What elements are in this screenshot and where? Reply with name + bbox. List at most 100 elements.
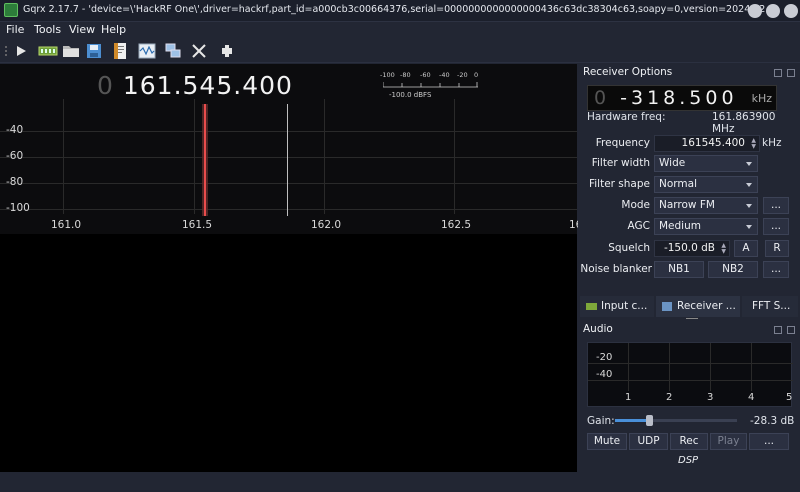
gain-slider-handle[interactable] [646, 415, 654, 426]
grid-line [0, 183, 577, 184]
record-button[interactable]: Rec [670, 433, 708, 450]
x-tick-label: 162.5 [441, 219, 472, 231]
dbfs-tick: -60 [420, 71, 431, 79]
frequency-spinbox[interactable]: 161545.400 ▲ ▼ [654, 135, 760, 152]
chevron-down-icon [746, 225, 752, 229]
input-device-icon[interactable] [38, 42, 58, 60]
nb2-button[interactable]: NB2 [708, 261, 758, 278]
dbfs-readout: -100.0 dBFS [389, 91, 432, 99]
spectrum-area[interactable]: 0 161.545.400 -100 -80 -60 -40 -20 0 -10… [0, 64, 582, 472]
audio-x-tick: 3 [707, 392, 714, 403]
frequency-leading-digit: 0 [97, 71, 114, 100]
tab-receiver-options[interactable]: Receiver ... [656, 296, 740, 317]
gain-label: Gain: [587, 415, 615, 427]
agc-options-button[interactable]: ... [763, 218, 789, 235]
spectrum-plot[interactable]: 0 161.545.400 -100 -80 -60 -40 -20 0 -10… [0, 64, 582, 234]
grid-line [588, 380, 793, 381]
compact-icon[interactable] [218, 42, 236, 60]
audio-fft-plot[interactable]: -20 -40 1 2 3 4 5 [587, 342, 793, 407]
mode-label: Mode [621, 199, 650, 211]
dbfs-tick: -80 [400, 71, 411, 79]
menu-view[interactable]: View [69, 23, 95, 36]
frequency-label: Frequency [595, 137, 650, 149]
float-pane-icon[interactable] [774, 326, 782, 334]
network-icon[interactable] [164, 42, 182, 60]
y-tick-label: -40 [6, 124, 24, 136]
grid-line [454, 99, 455, 214]
chevron-down-icon [746, 162, 752, 166]
menu-help[interactable]: Help [101, 23, 126, 36]
splitter-handle[interactable] [686, 318, 698, 319]
waterfall[interactable] [0, 234, 577, 472]
gqrx-window: Gqrx 2.17.7 - 'device=\'HackRF One\',dri… [0, 0, 800, 492]
grid-line [194, 99, 195, 214]
squelch-spinbox[interactable]: -150.0 dB ▲ ▼ [654, 240, 730, 257]
tab-fft-settings-label: FFT S... [752, 300, 791, 312]
mute-button[interactable]: Mute [587, 433, 627, 450]
dsp-label: DSP [678, 455, 699, 466]
mode-value: Narrow FM [659, 199, 715, 211]
squelch-auto-button[interactable]: A [734, 240, 758, 257]
document-icon[interactable] [111, 42, 129, 60]
udp-button[interactable]: UDP [629, 433, 668, 450]
frequency-value[interactable]: 161.545.400 [123, 71, 293, 100]
close-pane-icon[interactable] [787, 69, 795, 77]
agc-select[interactable]: Medium [654, 218, 758, 235]
play-icon[interactable] [12, 42, 30, 60]
grid-line [324, 99, 325, 214]
grid-line [710, 343, 711, 391]
audio-x-tick: 2 [666, 392, 673, 403]
y-tick-label: -80 [6, 176, 24, 188]
demod-marker[interactable] [204, 104, 206, 216]
waveform-icon[interactable] [138, 42, 156, 60]
squelch-value: -150.0 dB [663, 242, 715, 254]
mode-select[interactable]: Narrow FM [654, 197, 758, 214]
offset-value[interactable]: -318.500 [620, 87, 737, 109]
audio-options-button[interactable]: ... [749, 433, 789, 450]
float-pane-icon[interactable] [774, 69, 782, 77]
tab-fft-settings[interactable]: FFT S... [742, 296, 798, 317]
play-button[interactable]: Play [710, 433, 747, 450]
nb1-button[interactable]: NB1 [654, 261, 704, 278]
right-dock: Receiver Options 0 -318.500 kHz Hardware… [578, 64, 800, 492]
maximize-button[interactable] [766, 4, 780, 18]
minimize-button[interactable] [748, 4, 762, 18]
x-tick-label: 161.0 [51, 219, 82, 231]
center-frequency-marker [287, 104, 288, 216]
settings-tools-icon[interactable] [190, 42, 208, 60]
squelch-label: Squelch [608, 242, 650, 254]
receiver-icon [662, 301, 672, 311]
grid-line [0, 131, 577, 132]
tab-input-controls[interactable]: Input c... [580, 296, 654, 317]
toolbar [0, 39, 800, 63]
squelch-reset-button[interactable]: R [765, 240, 789, 257]
filter-width-select[interactable]: Wide [654, 155, 758, 172]
gain-slider[interactable] [615, 415, 737, 426]
nb-options-button[interactable]: ... [763, 261, 789, 278]
spin-arrows-icon[interactable]: ▲ ▼ [751, 138, 756, 150]
tab-receiver-options-label: Receiver ... [677, 300, 736, 312]
audio-x-tick: 5 [786, 392, 793, 403]
audio-y-tick: -40 [596, 369, 613, 380]
grid-line [751, 343, 752, 391]
spin-arrows-icon[interactable]: ▲ ▼ [721, 243, 726, 255]
open-folder-icon[interactable] [62, 42, 80, 60]
offset-unit: kHz [751, 92, 772, 105]
menu-bar: File Tools View Help [0, 22, 800, 39]
toolbar-handle-icon [5, 46, 7, 56]
filter-offset-display[interactable]: 0 -318.500 kHz [587, 85, 777, 111]
frequency-spin-value: 161545.400 [681, 137, 745, 149]
save-icon[interactable] [85, 42, 103, 60]
grid-line [0, 209, 577, 210]
offset-leading-digit: 0 [594, 87, 611, 109]
close-pane-icon[interactable] [787, 326, 795, 334]
receiver-options-title: Receiver Options [583, 66, 673, 78]
audio-title: Audio [583, 323, 613, 335]
filter-shape-select[interactable]: Normal [654, 176, 758, 193]
menu-tools[interactable]: Tools [34, 23, 61, 36]
menu-file[interactable]: File [6, 23, 24, 36]
close-button[interactable] [784, 4, 798, 18]
mode-options-button[interactable]: ... [763, 197, 789, 214]
chevron-down-icon [746, 204, 752, 208]
main-frequency-display[interactable]: 0 161.545.400 [97, 71, 293, 100]
